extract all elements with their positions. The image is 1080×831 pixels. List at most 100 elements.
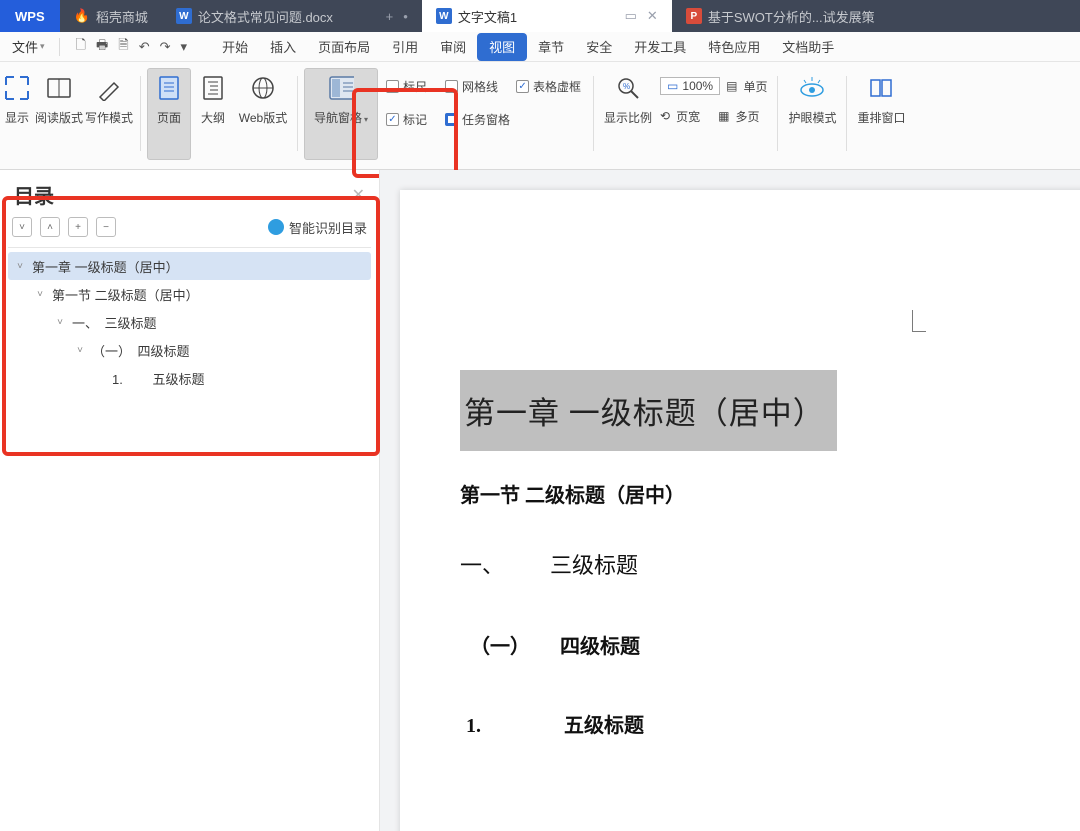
document-area[interactable]: 第一章 一级标题（居中） 第一节 二级标题（居中） 一、三级标题 （一）四级标题… <box>380 170 1080 831</box>
expand-all-icon[interactable]: ˄ <box>40 217 60 237</box>
view-checkboxes: 标尺 网格线 表格虚框 标记 任务窗格 <box>378 68 587 169</box>
btn-outline[interactable]: 大纲 <box>191 68 235 160</box>
smart-toc[interactable]: 智能识别目录 <box>268 218 367 237</box>
doc-heading-5[interactable]: 1.五级标题 <box>466 709 1080 738</box>
btn-eye-care[interactable]: 护眼模式 <box>784 68 840 160</box>
tree-node-label: （一） 四级标题 <box>92 341 190 360</box>
chevron-down-icon: ˅ <box>34 289 46 300</box>
undo-icon[interactable]: ↶ <box>139 39 150 55</box>
btn-label: 阅读版式 <box>35 109 83 126</box>
chk-mark[interactable]: 标记 <box>386 111 427 128</box>
btn-read-layout[interactable]: 阅读版式 <box>34 68 84 160</box>
h3-text: 三级标题 <box>550 553 638 578</box>
save-icon[interactable]: 🗋 <box>76 36 86 58</box>
outline-icon <box>200 75 226 101</box>
single-page-label: 单页 <box>743 78 767 95</box>
chk-task-pane[interactable]: 任务窗格 <box>445 111 510 128</box>
chk-grid[interactable]: 网格线 <box>445 78 498 95</box>
btn-rearrange[interactable]: 重排窗口 <box>853 68 909 160</box>
menu-特色应用[interactable]: 特色应用 <box>697 33 771 61</box>
chk-ruler[interactable]: 标尺 <box>386 78 427 95</box>
app-tabs-bar: WPS 🔥 稻壳商城 W 论文格式常见问题.docx + • W 文字文稿1 ▭… <box>0 0 1080 32</box>
preview-icon[interactable]: 🗎 <box>118 36 128 58</box>
menu-开发工具[interactable]: 开发工具 <box>623 33 697 61</box>
tab-doc1-label: 论文格式常见问题.docx <box>198 7 333 26</box>
nav-title: 目录 <box>14 180 54 209</box>
menu-文档助手[interactable]: 文档助手 <box>771 33 845 61</box>
zoom-value-box[interactable]: ▭100% <box>660 77 720 95</box>
chk-label: 网格线 <box>462 78 498 95</box>
remove-icon[interactable]: − <box>96 217 116 237</box>
doc-heading-1[interactable]: 第一章 一级标题（居中） <box>460 370 837 451</box>
menu-安全[interactable]: 安全 <box>575 33 623 61</box>
navigation-pane: 目录 ✕ ˅ ˄ + − 智能识别目录 ˅第一章 一级标题（居中）˅第一节 二级… <box>0 170 380 831</box>
doc-heading-4[interactable]: （一）四级标题 <box>470 630 1080 659</box>
tab-store[interactable]: 🔥 稻壳商城 <box>60 0 162 32</box>
qat-dropdown-icon[interactable]: ▾ <box>181 39 188 55</box>
btn-write-mode[interactable]: 写作模式 <box>84 68 134 160</box>
close-icon[interactable]: ✕ <box>647 8 658 24</box>
btn-label: 护眼模式 <box>788 109 836 126</box>
btn-label: 写作模式 <box>85 109 133 126</box>
print-icon[interactable]: 🖶 <box>96 36 108 58</box>
separator <box>777 76 778 151</box>
navpane-icon <box>328 75 354 101</box>
menu-bar: 文件▾ 🗋 🖶 🗎 ↶ ↷ ▾ 开始插入页面布局引用审阅视图章节安全开发工具特色… <box>0 32 1080 62</box>
menu-引用[interactable]: 引用 <box>381 33 429 61</box>
dot-icon[interactable]: • <box>403 9 408 24</box>
window-icon[interactable]: ▭ <box>625 8 637 24</box>
multi-page-icon[interactable]: ▦ <box>718 109 729 123</box>
chk-label: 标记 <box>403 111 427 128</box>
separator <box>593 76 594 151</box>
menu-章节[interactable]: 章节 <box>527 33 575 61</box>
tab-wps[interactable]: WPS <box>0 0 60 32</box>
tree-node[interactable]: ˅（一） 四级标题 <box>8 336 371 364</box>
page-width-icon[interactable]: ⟲ <box>660 109 670 123</box>
btn-label: 显示 <box>5 109 29 126</box>
menu-开始[interactable]: 开始 <box>211 33 259 61</box>
tab-swot[interactable]: P 基于SWOT分析的...试发展策 <box>672 0 889 32</box>
menu-页面布局[interactable]: 页面布局 <box>307 33 381 61</box>
zoom-options: ▭100% ▤单页 ⟲页宽 ▦多页 <box>656 68 771 169</box>
word-icon: W <box>436 8 452 24</box>
btn-label: 页面 <box>157 109 181 126</box>
menu-视图[interactable]: 视图 <box>477 33 527 61</box>
tree-node[interactable]: ˅一、 三级标题 <box>8 308 371 336</box>
outline-tree: ˅第一章 一级标题（居中）˅第一节 二级标题（居中）˅一、 三级标题˅（一） 四… <box>8 247 371 392</box>
ribbon-tabs: 开始插入页面布局引用审阅视图章节安全开发工具特色应用文档助手 <box>211 33 845 61</box>
add-icon[interactable]: + <box>68 217 88 237</box>
redo-icon[interactable]: ↷ <box>160 39 171 55</box>
doc-heading-2[interactable]: 第一节 二级标题（居中） <box>460 479 1080 508</box>
chevron-down-icon: ˅ <box>54 317 66 328</box>
h4-number: （一） <box>470 630 560 659</box>
btn-fullscreen[interactable]: 显示 <box>0 68 34 160</box>
windows-icon <box>868 75 894 101</box>
menu-审阅[interactable]: 审阅 <box>429 33 477 61</box>
btn-page-view[interactable]: 页面 <box>147 68 191 160</box>
btn-label: 重排窗口 <box>857 109 905 126</box>
tree-node[interactable]: ˅第一节 二级标题（居中） <box>8 280 371 308</box>
chevron-down-icon: ▾ <box>40 41 45 52</box>
file-menu[interactable]: 文件▾ <box>4 36 53 58</box>
ai-icon <box>268 219 284 235</box>
eye-icon <box>799 75 825 101</box>
chevron-down-icon: ▾ <box>364 115 368 124</box>
h5-number: 1. <box>466 715 564 738</box>
tree-node[interactable]: ˅第一章 一级标题（居中） <box>8 252 371 280</box>
menu-插入[interactable]: 插入 <box>259 33 307 61</box>
tab-doc1[interactable]: W 论文格式常见问题.docx + • <box>162 0 422 32</box>
cursor-indicator <box>912 310 926 332</box>
chk-table-dash[interactable]: 表格虚框 <box>516 78 581 95</box>
btn-zoom-ratio[interactable]: % 显示比例 <box>600 68 656 160</box>
h4-text: 四级标题 <box>560 636 640 658</box>
plus-icon[interactable]: + <box>386 9 394 24</box>
btn-web-layout[interactable]: Web版式 <box>235 68 291 160</box>
single-page-icon[interactable]: ▤ <box>726 79 737 93</box>
tab-active[interactable]: W 文字文稿1 ▭ ✕ <box>422 0 672 32</box>
tree-node[interactable]: 1. 五级标题 <box>8 364 371 392</box>
doc-heading-3[interactable]: 一、三级标题 <box>460 548 1080 580</box>
nav-close-icon[interactable]: ✕ <box>352 185 365 205</box>
collapse-all-icon[interactable]: ˅ <box>12 217 32 237</box>
globe-icon <box>250 75 276 101</box>
btn-nav-pane[interactable]: 导航窗格▾ <box>304 68 378 160</box>
